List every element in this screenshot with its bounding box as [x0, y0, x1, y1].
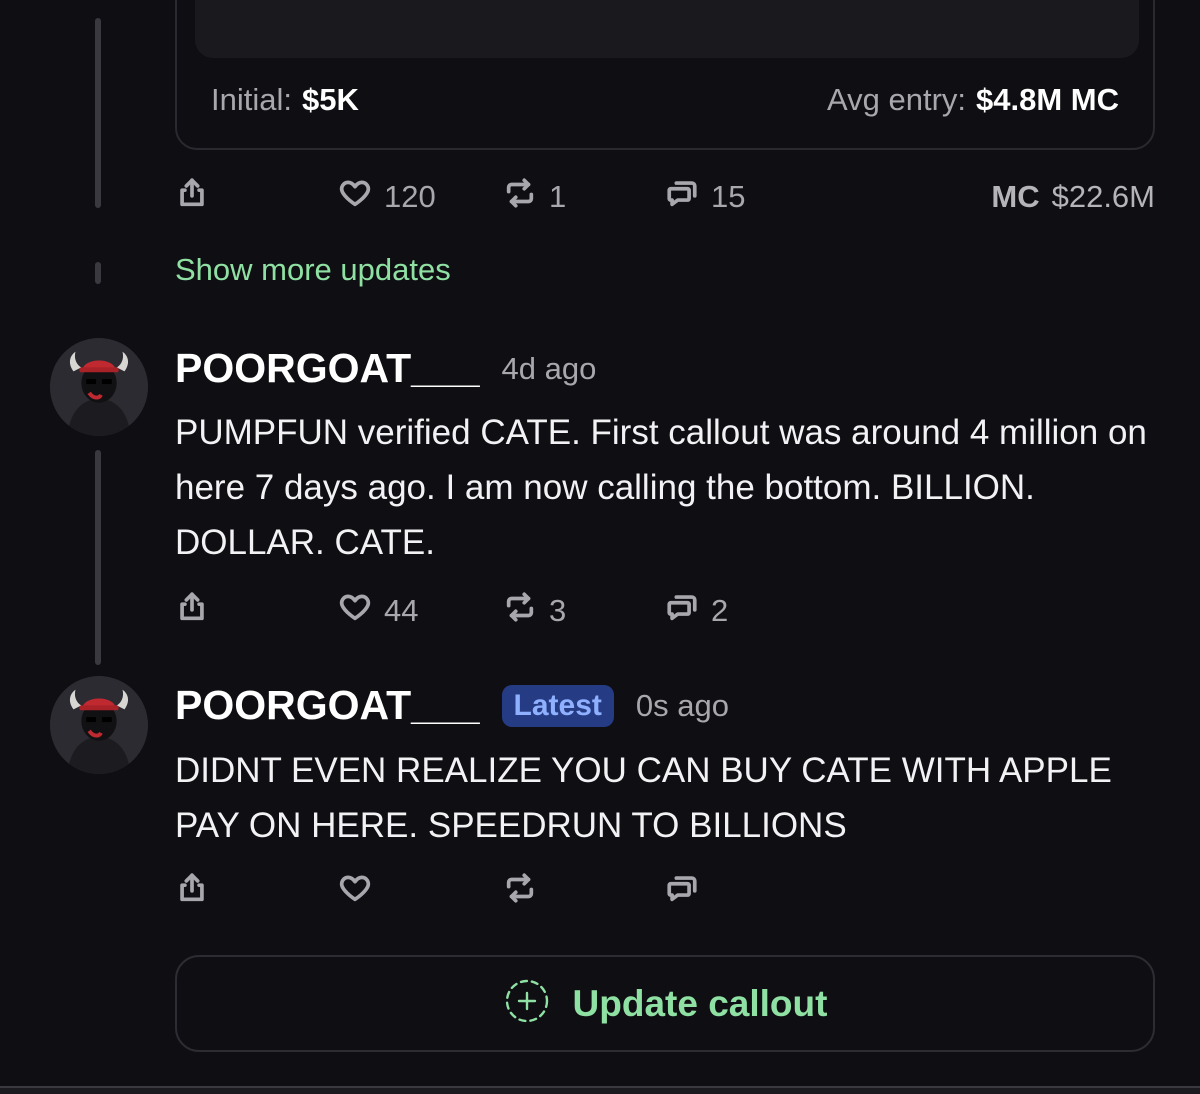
dashed-plus-circle-icon [503, 977, 551, 1030]
thread-line [95, 262, 101, 284]
repost-button[interactable]: 3 [503, 591, 566, 631]
post-text: PUMPFUN verified CATE. First callout was… [175, 413, 1147, 562]
update-callout-button[interactable]: Update callout [175, 955, 1155, 1052]
comments-icon [665, 590, 699, 632]
callout-actions: 120 1 15 MC $22.6M [175, 177, 1155, 217]
post-header: POORGOAT___ Latest 0s ago [175, 682, 729, 729]
share-button[interactable] [175, 872, 209, 912]
repost-count: 1 [549, 179, 567, 214]
reply-count: 15 [711, 179, 746, 214]
share-icon [175, 871, 209, 913]
post-text: DIDNT EVEN REALIZE YOU CAN BUY CATE WITH… [175, 751, 1112, 845]
avg-entry-value: $4.8M MC [976, 82, 1119, 117]
update-callout-label: Update callout [572, 982, 828, 1024]
repost-count: 3 [549, 593, 567, 628]
callout-card: Initial: $5K Avg entry: $4.8M MC [175, 0, 1155, 150]
share-button[interactable] [175, 177, 209, 217]
username-link[interactable]: POORGOAT___ [175, 682, 480, 729]
show-more-updates-link[interactable]: Show more updates [175, 252, 451, 288]
avatar[interactable] [50, 338, 148, 436]
market-cap-value: $22.6M [1051, 179, 1155, 214]
reply-button[interactable]: 15 [665, 177, 745, 217]
avg-entry-label: Avg entry: [827, 82, 967, 117]
comments-icon [665, 176, 699, 218]
share-icon [175, 590, 209, 632]
reply-count: 2 [711, 593, 729, 628]
bottom-divider [0, 1086, 1200, 1094]
heart-icon [338, 590, 372, 632]
like-button[interactable] [338, 872, 384, 912]
username-link[interactable]: POORGOAT___ [175, 345, 480, 392]
heart-icon [338, 176, 372, 218]
reply-button[interactable] [665, 872, 711, 912]
share-icon [175, 176, 209, 218]
avatar[interactable] [50, 676, 148, 774]
repost-icon [503, 590, 537, 632]
thread-line [95, 450, 101, 665]
like-count: 120 [384, 179, 436, 214]
repost-button[interactable] [503, 872, 549, 912]
heart-icon [338, 871, 372, 913]
initial-amount: Initial: $5K [211, 82, 359, 118]
repost-button[interactable]: 1 [503, 177, 566, 217]
post-header: POORGOAT___ 4d ago [175, 345, 596, 392]
post-actions [175, 872, 1155, 912]
share-button[interactable] [175, 591, 209, 631]
post-timestamp: 0s ago [635, 687, 729, 723]
market-cap: MC $22.6M [991, 177, 1155, 217]
comments-icon [665, 871, 699, 913]
callout-card-inner [195, 0, 1139, 58]
reply-button[interactable]: 2 [665, 591, 728, 631]
latest-badge: Latest [501, 684, 614, 727]
thread-line [95, 18, 101, 208]
initial-value: $5K [301, 82, 359, 117]
like-button[interactable]: 44 [338, 591, 418, 631]
repost-icon [503, 871, 537, 913]
post-timestamp: 4d ago [501, 350, 597, 386]
market-cap-label: MC [991, 179, 1040, 214]
initial-label: Initial: [211, 82, 292, 117]
avg-entry: Avg entry: $4.8M MC [827, 82, 1119, 118]
like-count: 44 [384, 593, 419, 628]
repost-icon [503, 176, 537, 218]
like-button[interactable]: 120 [338, 177, 436, 217]
post-actions: 44 3 2 [175, 591, 1155, 631]
